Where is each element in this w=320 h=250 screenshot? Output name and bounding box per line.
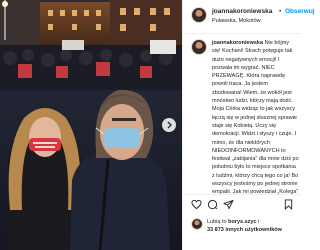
likes-line-2[interactable]: 33 873 innych użytkowników <box>207 227 282 233</box>
caption-area[interactable]: joannakoroniewska Nie bójmy się! Kochani… <box>183 34 301 194</box>
post-panel: joannakoroniewska • Obserwuj Puławska, M… <box>182 0 315 250</box>
comment-button[interactable] <box>207 199 218 210</box>
share-button[interactable] <box>223 199 234 210</box>
post-location[interactable]: Puławska, Mokotów <box>212 18 261 24</box>
protest-photo-illustration <box>0 0 182 250</box>
liker-avatar[interactable] <box>191 218 203 230</box>
share-icon <box>223 199 234 210</box>
next-photo-button[interactable] <box>162 118 176 132</box>
caption-text: joannakoroniewska Nie bójmy się! Kochani… <box>212 39 299 194</box>
liker-username[interactable]: borys.szyc <box>228 219 256 225</box>
follow-button[interactable]: Obserwuj <box>285 8 315 15</box>
header-username[interactable]: joannakoroniewska <box>212 8 272 15</box>
post-photo[interactable] <box>0 0 182 250</box>
comment-icon <box>207 199 218 210</box>
likes-line-1: Lubią to borys.szyc i <box>207 219 259 225</box>
likes-prefix: Lubią to <box>207 219 229 225</box>
post-header: joannakoroniewska • Obserwuj Puławska, M… <box>183 0 315 34</box>
likes-others-label[interactable]: innych użytkowników <box>224 227 282 233</box>
heart-icon <box>191 199 202 210</box>
caption-avatar[interactable] <box>191 39 207 55</box>
bookmark-icon <box>284 199 293 210</box>
caption-author[interactable]: joannakoroniewska <box>212 40 263 46</box>
likes-section: Lubią to borys.szyc i 33 873 innych użyt… <box>183 214 301 250</box>
save-button[interactable] <box>283 199 294 210</box>
like-button[interactable] <box>191 199 202 210</box>
separator-dot: • <box>279 8 282 15</box>
post-actions <box>183 194 301 214</box>
likes-and: i <box>256 219 260 225</box>
avatar[interactable] <box>191 7 207 23</box>
chevron-right-icon <box>167 121 172 129</box>
likes-count[interactable]: 33 873 <box>207 227 224 233</box>
caption-body: Nie bójmy się! Kochani! Strach potęguje … <box>212 40 299 194</box>
